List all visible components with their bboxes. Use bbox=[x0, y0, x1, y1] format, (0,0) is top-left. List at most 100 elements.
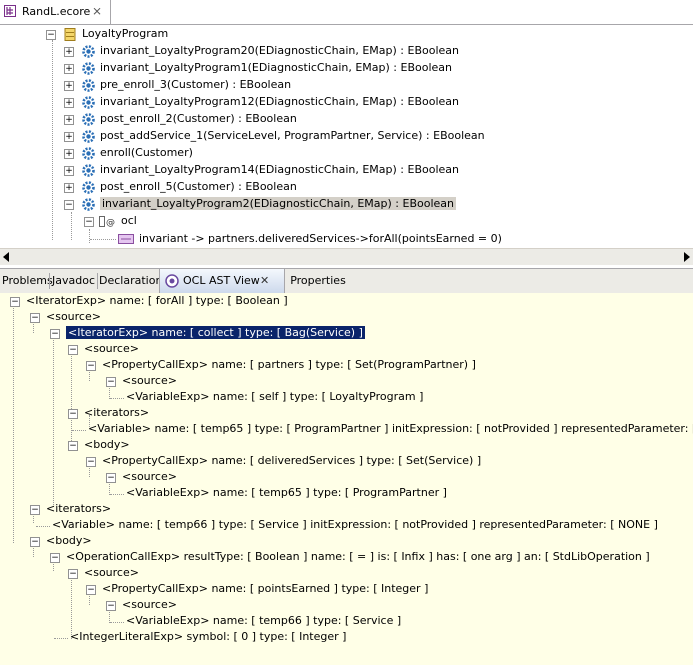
ast-node-label: <iterators> bbox=[46, 502, 112, 515]
tree-item-label: enroll(Customer) bbox=[100, 146, 193, 159]
entry-icon bbox=[118, 234, 134, 244]
tab-properties[interactable]: Properties bbox=[289, 269, 347, 293]
ast-node-label: <source> bbox=[46, 310, 101, 323]
collapse-icon[interactable]: − bbox=[50, 553, 60, 563]
expand-icon[interactable]: + bbox=[64, 115, 74, 125]
horizontal-scrollbar[interactable] bbox=[0, 248, 693, 265]
ast-node-label: <Variable> name: [ temp66 ] type: [ Serv… bbox=[52, 518, 658, 531]
operation-gear-icon bbox=[82, 79, 95, 92]
operation-gear-icon bbox=[82, 113, 95, 126]
tab-label: OCL AST View bbox=[183, 274, 260, 287]
ocl-ast-tree: − <IteratorExp> name: [ forAll ] type: [ … bbox=[0, 293, 693, 665]
ast-node-label: <IteratorExp> name: [ collect ] type: [ … bbox=[66, 326, 365, 339]
editor-tab-bar: RandL.ecore ⨯ bbox=[0, 0, 693, 25]
collapse-icon[interactable]: − bbox=[84, 217, 94, 227]
tree-item-label: invariant_LoyaltyProgram2(EDiagnosticCha… bbox=[100, 197, 456, 210]
ast-node-label: <source> bbox=[122, 470, 177, 483]
tree-item-label: pre_enroll_3(Customer) : EBoolean bbox=[100, 78, 292, 91]
collapse-icon[interactable]: − bbox=[68, 569, 78, 579]
collapse-icon[interactable]: − bbox=[106, 377, 116, 387]
operation-gear-icon bbox=[82, 130, 95, 143]
expand-icon[interactable]: + bbox=[64, 166, 74, 176]
expand-icon[interactable]: + bbox=[64, 132, 74, 142]
expand-icon[interactable]: + bbox=[64, 149, 74, 159]
collapse-icon[interactable]: − bbox=[68, 345, 78, 355]
expand-icon[interactable]: + bbox=[64, 183, 74, 193]
ast-node-label: <VariableExp> name: [ temp65 ] type: [ P… bbox=[126, 486, 447, 499]
editor-tab-randl-ecore[interactable]: RandL.ecore ⨯ bbox=[0, 0, 111, 24]
ast-node-label: <IteratorExp> name: [ forAll ] type: [ B… bbox=[26, 294, 288, 307]
eclass-icon bbox=[64, 28, 76, 41]
expand-icon[interactable]: + bbox=[64, 64, 74, 74]
tree-connector bbox=[110, 398, 124, 399]
collapse-icon[interactable]: − bbox=[86, 361, 96, 371]
ast-node-label: <source> bbox=[122, 374, 177, 387]
editor-tab-label: RandL.ecore bbox=[22, 5, 91, 18]
ast-node-label: <body> bbox=[46, 534, 92, 547]
annotation-icon: @ bbox=[99, 216, 115, 227]
tab-declaration[interactable]: Declaration bbox=[99, 269, 162, 293]
collapse-icon[interactable]: − bbox=[30, 537, 40, 547]
collapse-icon[interactable]: − bbox=[106, 473, 116, 483]
ast-node-label: <source> bbox=[122, 598, 177, 611]
collapse-icon[interactable]: − bbox=[64, 200, 74, 210]
close-icon[interactable]: ✕ bbox=[260, 269, 269, 293]
tab-javadoc[interactable]: Javadoc bbox=[51, 269, 96, 293]
ast-node-label: <source> bbox=[84, 566, 139, 579]
expand-icon[interactable]: + bbox=[64, 81, 74, 91]
operation-gear-icon bbox=[82, 164, 95, 177]
close-icon[interactable]: ⨯ bbox=[92, 4, 102, 18]
collapse-icon[interactable]: − bbox=[106, 601, 116, 611]
ocl-view-icon bbox=[165, 274, 179, 288]
ast-node-label: <PropertyCallExp> name: [ deliveredServi… bbox=[102, 454, 482, 467]
operation-gear-icon bbox=[82, 181, 95, 194]
collapse-icon[interactable]: − bbox=[30, 505, 40, 515]
scroll-left-icon[interactable] bbox=[3, 252, 9, 262]
operation-gear-icon bbox=[82, 96, 95, 109]
ast-node-label: <IntegerLiteralExp> symbol: [ 0 ] type: … bbox=[70, 630, 347, 643]
tree-item-label: post_addService_1(ServiceLevel, ProgramP… bbox=[100, 129, 485, 142]
tab-label: Properties bbox=[290, 274, 346, 287]
collapse-icon[interactable]: − bbox=[46, 30, 56, 40]
expand-icon[interactable]: + bbox=[64, 98, 74, 108]
ast-node-label: <Variable> name: [ temp65 ] type: [ Prog… bbox=[88, 422, 693, 435]
ecore-file-icon bbox=[4, 5, 16, 17]
tree-item-label: LoyaltyProgram bbox=[82, 27, 169, 40]
tree-item-label: post_enroll_2(Customer) : EBoolean bbox=[100, 112, 297, 125]
tab-ocl-ast-view[interactable]: OCL AST View ✕ bbox=[159, 269, 285, 293]
collapse-icon[interactable]: − bbox=[68, 441, 78, 451]
operation-gear-icon bbox=[82, 62, 95, 75]
tree-item-label: invariant_LoyaltyProgram14(EDiagnosticCh… bbox=[100, 163, 459, 176]
collapse-icon[interactable]: − bbox=[30, 313, 40, 323]
tab-label: Javadoc bbox=[52, 274, 95, 287]
operation-gear-icon bbox=[82, 147, 95, 160]
scroll-right-icon[interactable] bbox=[684, 252, 690, 262]
ast-node-label: <body> bbox=[84, 438, 130, 451]
collapse-icon[interactable]: − bbox=[68, 409, 78, 419]
collapse-icon[interactable]: − bbox=[50, 329, 60, 339]
ecore-editor: RandL.ecore ⨯ − LoyaltyProgram + invarian… bbox=[0, 0, 693, 265]
tree-item-label: ocl bbox=[121, 214, 137, 227]
tree-connector bbox=[36, 526, 50, 527]
collapse-icon[interactable]: − bbox=[86, 585, 96, 595]
ast-node-label: <VariableExp> name: [ self ] type: [ Loy… bbox=[126, 390, 424, 403]
view-tab-bar: Problems Javadoc Declaration OCL AST Vie… bbox=[0, 268, 693, 294]
ast-node-label: <PropertyCallExp> name: [ pointsEarned ]… bbox=[102, 582, 429, 595]
tab-problems[interactable]: Problems bbox=[2, 269, 53, 293]
tree-item-label: invariant_LoyaltyProgram12(EDiagnosticCh… bbox=[100, 95, 459, 108]
tree-item-label: post_enroll_5(Customer) : EBoolean bbox=[100, 180, 297, 193]
operation-gear-icon bbox=[82, 198, 95, 211]
ast-node-label: <iterators> bbox=[84, 406, 150, 419]
ast-node-label: <OperationCallExp> resultType: [ Boolean… bbox=[66, 550, 650, 563]
tab-label: Problems bbox=[2, 274, 53, 287]
tree-item-label: invariant -> partners.deliveredServices-… bbox=[139, 232, 502, 245]
tab-label: Declaration bbox=[99, 274, 163, 287]
ast-node-label: <source> bbox=[84, 342, 139, 355]
expand-icon[interactable]: + bbox=[64, 47, 74, 57]
svg-text:@: @ bbox=[106, 218, 115, 227]
tree-connector bbox=[110, 622, 124, 623]
ecore-tree: − LoyaltyProgram + invariant_LoyaltyProgr… bbox=[0, 26, 693, 246]
tree-item-label: invariant_LoyaltyProgram20(EDiagnosticCh… bbox=[100, 44, 459, 57]
collapse-icon[interactable]: − bbox=[86, 457, 96, 467]
collapse-icon[interactable]: − bbox=[10, 297, 20, 307]
